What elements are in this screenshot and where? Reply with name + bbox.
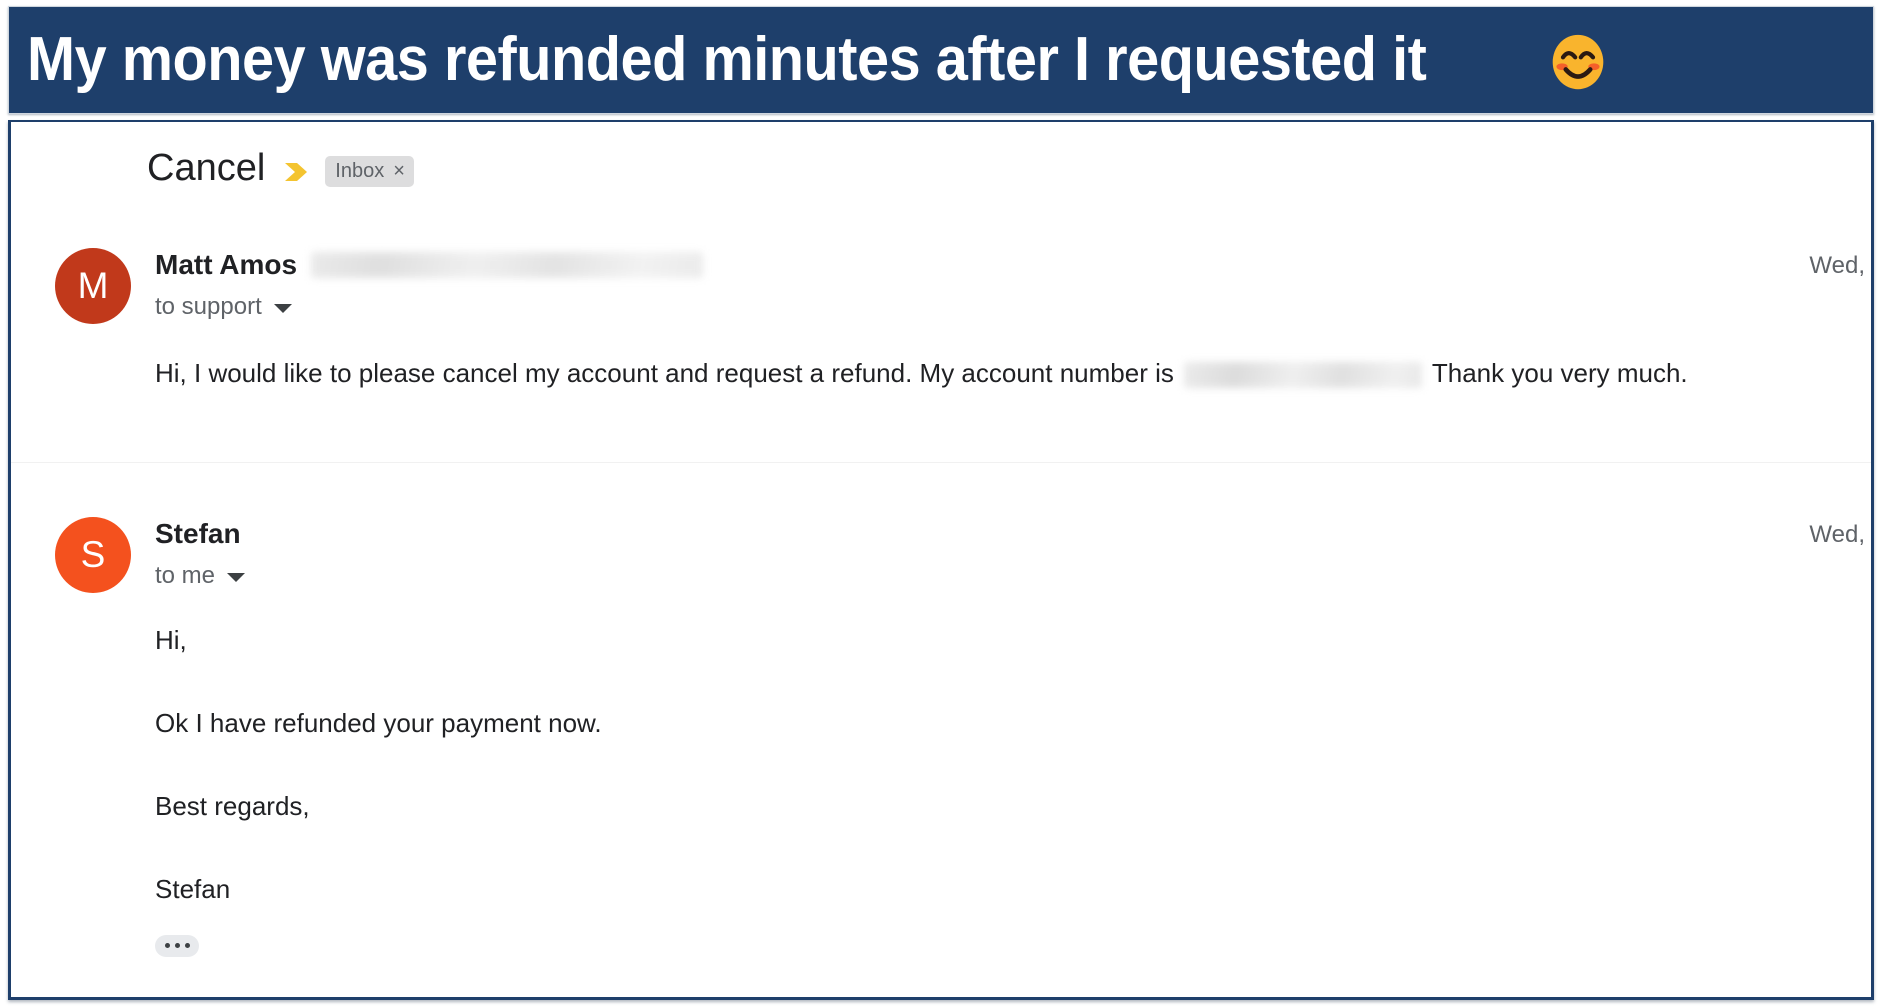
subject-row: Cancel Inbox × [11, 122, 1871, 190]
page-title: Cancel [147, 147, 266, 189]
message-header: S Stefan to me Wed, [11, 515, 1871, 593]
body-line: Hi, I would like to please cancel my acc… [155, 360, 1845, 388]
body-line: Stefan [155, 873, 231, 904]
message-header-text: Stefan to me [131, 515, 1809, 588]
recipient-label: to me [155, 561, 216, 589]
sender-row: Stefan [155, 515, 1809, 553]
message-item[interactable]: M Matt Amos to support Wed, Hi, I would … [11, 246, 1871, 388]
label-remove-icon[interactable]: × [393, 161, 405, 181]
body-line: Best regards, [155, 790, 310, 821]
sender-row: Matt Amos [155, 246, 1809, 284]
show-trimmed-content-button[interactable] [155, 934, 199, 957]
message-item[interactable]: S Stefan to me Wed, Hi, Ok I have refund… [11, 515, 1871, 957]
avatar-initial: M [77, 265, 109, 307]
smiling-face-with-smiling-eyes-icon [1552, 34, 1603, 90]
body-text-before: Hi, I would like to please cancel my acc… [155, 357, 1174, 388]
message-timestamp: Wed, [1809, 520, 1865, 548]
message-body: Hi, Ok I have refunded your payment now.… [11, 627, 1871, 902]
headline-banner: My money was refunded minutes after I re… [8, 6, 1874, 114]
recipient-row[interactable]: to support [155, 292, 1809, 320]
ellipsis-dot-icon [164, 943, 170, 949]
avatar[interactable]: M [55, 247, 131, 324]
avatar-initial: S [80, 534, 106, 576]
email-thread-content: Cancel Inbox × M Matt Amos to support We… [11, 122, 1871, 997]
email-thread-window: Cancel Inbox × M Matt Amos to support We… [8, 120, 1874, 1000]
chevron-down-icon[interactable] [227, 572, 246, 582]
label-chip-text: Inbox [335, 160, 385, 183]
screenshot-root: My money was refunded minutes after I re… [0, 0, 1882, 1008]
body-line: Hi, [155, 624, 187, 655]
avatar[interactable]: S [55, 516, 131, 593]
body-line: Ok I have refunded your payment now. [155, 707, 602, 738]
redacted-account-number [1183, 361, 1422, 388]
banner-title: My money was refunded minutes after I re… [27, 25, 1427, 94]
redacted-email-address [311, 251, 704, 278]
important-marker-icon[interactable] [283, 160, 311, 184]
message-timestamp: Wed, [1809, 251, 1865, 279]
sender-name: Stefan [155, 517, 241, 549]
message-header-text: Matt Amos to support [131, 246, 1809, 319]
chevron-down-icon[interactable] [273, 303, 292, 313]
message-divider [11, 461, 1871, 463]
ellipsis-dot-icon [184, 943, 190, 949]
body-text-after: Thank you very much. [1431, 357, 1688, 388]
recipient-label: to support [155, 292, 262, 320]
ellipsis-dot-icon [174, 943, 180, 949]
recipient-row[interactable]: to me [155, 561, 1809, 589]
sender-name: Matt Amos [155, 248, 298, 280]
label-chip-inbox[interactable]: Inbox × [325, 156, 414, 188]
message-body: Hi, I would like to please cancel my acc… [11, 360, 1871, 388]
message-header: M Matt Amos to support Wed, [11, 246, 1871, 324]
